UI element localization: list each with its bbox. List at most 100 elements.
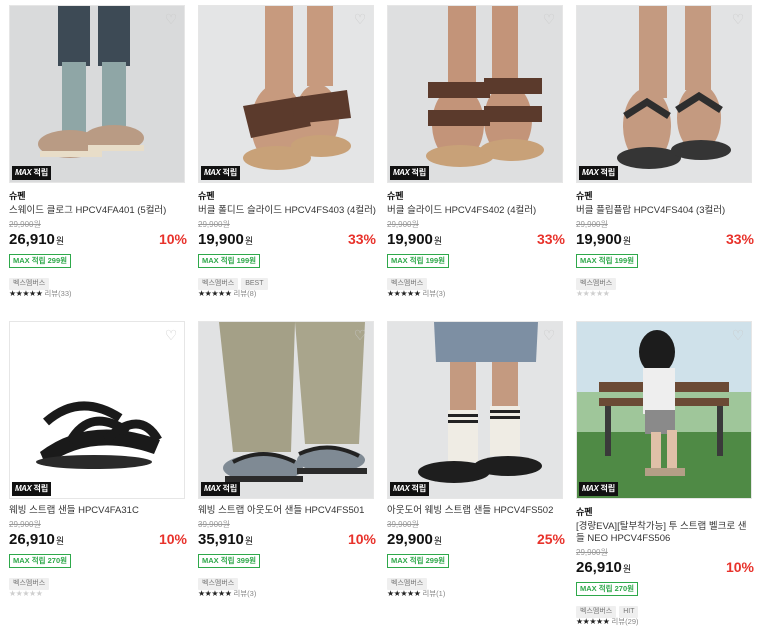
product-card[interactable]: ♡ MAX 적립 웨빙 스트랩 샌들 HPCV4FA31C 29,900원 26… (9, 321, 187, 599)
rating: ★★★★★ 리뷰(1) (387, 589, 565, 599)
product-name[interactable]: 아웃도어 웨빙 스트랩 샌들 HPCV4FS502 (387, 505, 565, 517)
reward-badge: MAX 적립 199원 (576, 254, 639, 268)
max-reward-badge: MAX 적립 (579, 482, 619, 496)
product-image[interactable]: ♡ MAX 적립 (576, 321, 752, 499)
original-price: 39,900원 (198, 520, 230, 529)
product-card[interactable]: ♡ MAX 적립 아웃도어 웨빙 스트랩 샌들 HPCV4FS502 39,90… (387, 321, 565, 599)
discount-rate: 10% (158, 231, 187, 247)
sale-price: 26,910원 (9, 531, 65, 548)
product-photo (199, 6, 373, 182)
max-reward-badge: MAX 적립 (201, 166, 241, 180)
product-photo (577, 6, 751, 182)
sale-price: 29,900원 (387, 531, 443, 548)
brand-name: 슈펜 (9, 191, 26, 201)
star-icons: ★★★★★ (576, 617, 610, 626)
star-icons: ★★★★★ (9, 289, 43, 298)
original-price: 29,900원 (9, 220, 41, 229)
product-card[interactable]: ♡ MAX 적립 슈펜 스웨이드 클로그 HPCV4FA401 (5컬러) 29… (9, 5, 187, 299)
sale-price: 19,900원 (576, 231, 632, 248)
product-image[interactable]: ♡ MAX 적립 (9, 5, 185, 183)
discount-rate: 25% (536, 531, 565, 547)
product-name[interactable]: [경량EVA][탈부착가능] 투 스트랩 벨크로 샌들 NEO HPCV4FS5… (576, 521, 754, 545)
product-image[interactable]: ♡ MAX 적립 (9, 321, 185, 499)
heart-icon[interactable]: ♡ (542, 12, 556, 26)
rating: ★★★★★ (9, 589, 187, 599)
discount-rate: 10% (158, 531, 187, 547)
discount-rate: 33% (536, 231, 565, 247)
review-count[interactable]: 리뷰(8) (233, 289, 256, 298)
reward-badge: MAX 적립 299원 (9, 254, 72, 268)
sale-price: 19,900원 (387, 231, 443, 248)
product-card[interactable]: ♡ MAX 적립 웨빙 스트랩 아웃도어 샌들 HPCV4FS501 39,90… (198, 321, 376, 599)
reward-badge: MAX 적립 199원 (198, 254, 261, 268)
product-name[interactable]: 버클 플립플랍 HPCV4FS404 (3컬러) (576, 205, 754, 217)
rating: ★★★★★ 리뷰(33) (9, 289, 187, 299)
product-image[interactable]: ♡ MAX 적립 (576, 5, 752, 183)
product-photo (388, 322, 562, 498)
discount-rate: 33% (725, 231, 754, 247)
star-icons: ★★★★★ (198, 589, 232, 598)
sale-price: 35,910원 (198, 531, 254, 548)
original-price: 39,900원 (387, 520, 419, 529)
max-reward-badge: MAX 적립 (12, 166, 52, 180)
heart-icon[interactable]: ♡ (731, 12, 745, 26)
product-name[interactable]: 버클 폴디드 슬라이드 HPCV4FS403 (4컬러) (198, 205, 376, 217)
brand-name: 슈펜 (576, 507, 593, 517)
product-name[interactable]: 웨빙 스트랩 샌들 HPCV4FA31C (9, 505, 187, 517)
product-image[interactable]: ♡ MAX 적립 (198, 321, 374, 499)
brand-name: 슈펜 (387, 191, 404, 201)
discount-rate: 33% (347, 231, 376, 247)
heart-icon[interactable]: ♡ (542, 328, 556, 342)
sale-price: 26,910원 (576, 559, 632, 576)
product-grid: ♡ MAX 적립 슈펜 스웨이드 클로그 HPCV4FA401 (5컬러) 29… (0, 0, 768, 628)
original-price: 29,900원 (576, 548, 608, 557)
max-reward-badge: MAX 적립 (579, 166, 619, 180)
product-photo (10, 322, 184, 498)
review-count[interactable]: 리뷰(33) (44, 289, 71, 298)
product-image[interactable]: ♡ MAX 적립 (198, 5, 374, 183)
review-count[interactable]: 리뷰(3) (233, 589, 256, 598)
max-reward-badge: MAX 적립 (390, 166, 430, 180)
rating: ★★★★★ 리뷰(8) (198, 289, 376, 299)
product-photo (577, 322, 751, 498)
sale-price: 26,910원 (9, 231, 65, 248)
heart-icon[interactable]: ♡ (353, 12, 367, 26)
reward-badge: MAX 적립 299원 (387, 554, 450, 568)
review-count[interactable]: 리뷰(29) (611, 617, 638, 626)
reward-badge: MAX 적립 399원 (198, 554, 261, 568)
original-price: 29,900원 (9, 520, 41, 529)
product-photo (10, 6, 184, 182)
heart-icon[interactable]: ♡ (731, 328, 745, 342)
reward-badge: MAX 적립 199원 (387, 254, 450, 268)
star-icons: ★★★★★ (9, 589, 43, 598)
star-icons: ★★★★★ (387, 589, 421, 598)
heart-icon[interactable]: ♡ (164, 12, 178, 26)
product-photo (388, 6, 562, 182)
rating: ★★★★★ (576, 289, 754, 299)
product-card[interactable]: ♡ MAX 적립 슈펜 버클 슬라이드 HPCV4FS402 (4컬러) 29,… (387, 5, 565, 299)
sale-price: 19,900원 (198, 231, 254, 248)
product-name[interactable]: 버클 슬라이드 HPCV4FS402 (4컬러) (387, 205, 565, 217)
product-name[interactable]: 웨빙 스트랩 아웃도어 샌들 HPCV4FS501 (198, 505, 376, 517)
star-icons: ★★★★★ (198, 289, 232, 298)
product-image[interactable]: ♡ MAX 적립 (387, 321, 563, 499)
rating: ★★★★★ 리뷰(29) (576, 617, 754, 627)
product-photo (199, 322, 373, 498)
review-count[interactable]: 리뷰(3) (422, 289, 445, 298)
original-price: 29,900원 (387, 220, 419, 229)
product-card[interactable]: ♡ MAX 적립 슈펜 버클 폴디드 슬라이드 HPCV4FS403 (4컬러)… (198, 5, 376, 299)
product-image[interactable]: ♡ MAX 적립 (387, 5, 563, 183)
original-price: 29,900원 (198, 220, 230, 229)
product-card[interactable]: ♡ MAX 적립 슈펜 버클 플립플랍 HPCV4FS404 (3컬러) 29,… (576, 5, 754, 299)
brand-name: 슈펜 (198, 191, 215, 201)
reward-badge: MAX 적립 270원 (576, 582, 639, 596)
product-card[interactable]: ♡ MAX 적립 슈펜 [경량EVA][탈부착가능] 투 스트랩 벨크로 샌들 … (576, 321, 754, 627)
heart-icon[interactable]: ♡ (164, 328, 178, 342)
discount-rate: 10% (347, 531, 376, 547)
product-name[interactable]: 스웨이드 클로그 HPCV4FA401 (5컬러) (9, 205, 187, 217)
brand-name: 슈펜 (576, 191, 593, 201)
reward-badge: MAX 적립 270원 (9, 554, 72, 568)
review-count[interactable]: 리뷰(1) (422, 589, 445, 598)
rating: ★★★★★ 리뷰(3) (387, 289, 565, 299)
heart-icon[interactable]: ♡ (353, 328, 367, 342)
